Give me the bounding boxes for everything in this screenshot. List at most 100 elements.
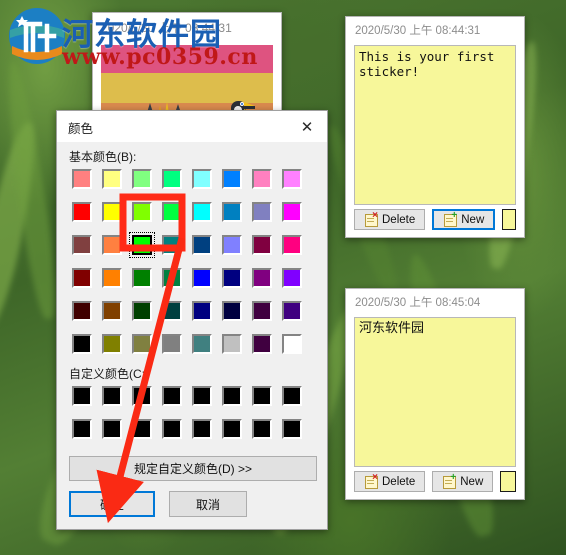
color-swatch[interactable] [222, 419, 242, 439]
basic-color-cell-46[interactable] [249, 331, 275, 357]
basic-color-cell-41[interactable] [99, 331, 125, 357]
custom-colors-grid[interactable] [69, 383, 309, 449]
basic-color-cell-39[interactable] [279, 298, 305, 324]
basic-color-cell-20[interactable] [189, 232, 215, 258]
basic-color-cell-29[interactable] [219, 265, 245, 291]
basic-color-cell-31[interactable] [279, 265, 305, 291]
basic-color-cell-12[interactable] [189, 199, 215, 225]
color-swatch[interactable] [282, 268, 302, 288]
color-swatch[interactable] [282, 419, 302, 439]
color-swatch[interactable] [282, 235, 302, 255]
note-color-swatch-button[interactable] [500, 471, 516, 492]
basic-color-cell-32[interactable] [69, 298, 95, 324]
custom-color-cell-15[interactable] [279, 416, 305, 442]
basic-color-cell-11[interactable] [159, 199, 185, 225]
color-swatch[interactable] [72, 268, 92, 288]
color-swatch[interactable] [162, 386, 182, 406]
color-swatch[interactable] [102, 235, 122, 255]
color-swatch[interactable] [282, 202, 302, 222]
basic-color-cell-26[interactable] [129, 265, 155, 291]
custom-color-cell-8[interactable] [69, 416, 95, 442]
basic-color-cell-33[interactable] [99, 298, 125, 324]
custom-color-cell-2[interactable] [129, 383, 155, 409]
color-swatch[interactable] [72, 301, 92, 321]
custom-color-cell-11[interactable] [159, 416, 185, 442]
color-swatch[interactable] [192, 334, 212, 354]
basic-color-cell-35[interactable] [159, 298, 185, 324]
color-swatch[interactable] [72, 419, 92, 439]
basic-color-cell-22[interactable] [249, 232, 275, 258]
note-color-swatch-button[interactable] [502, 209, 516, 230]
color-swatch[interactable] [192, 419, 212, 439]
color-swatch[interactable] [162, 235, 182, 255]
color-swatch[interactable] [102, 169, 122, 189]
basic-color-cell-8[interactable] [69, 199, 95, 225]
color-swatch[interactable] [192, 169, 212, 189]
custom-color-cell-1[interactable] [99, 383, 125, 409]
color-swatch[interactable] [252, 169, 272, 189]
basic-color-cell-5[interactable] [219, 166, 245, 192]
color-swatch[interactable] [192, 202, 212, 222]
color-swatch[interactable] [132, 386, 152, 406]
color-swatch[interactable] [132, 169, 152, 189]
delete-note-button[interactable]: × Delete [354, 471, 426, 492]
new-note-button[interactable]: + New [432, 209, 496, 230]
sticky-note[interactable]: 2020/5/30 上午 08:45:04 河东软件园 × Delete + N… [345, 288, 525, 500]
basic-color-cell-42[interactable] [129, 331, 155, 357]
color-swatch[interactable] [102, 419, 122, 439]
basic-color-cell-27[interactable] [159, 265, 185, 291]
close-icon[interactable]: ✕ [287, 111, 327, 142]
basic-color-cell-2[interactable] [129, 166, 155, 192]
color-swatch[interactable] [162, 268, 182, 288]
custom-color-cell-14[interactable] [249, 416, 275, 442]
note-textarea[interactable]: 河东软件园 [354, 317, 516, 467]
basic-color-cell-43[interactable] [159, 331, 185, 357]
basic-color-cell-16[interactable] [69, 232, 95, 258]
color-dialog[interactable]: 颜色 ✕ 基本颜色(B): 自定义颜色(C: 规定自定义颜色(D) >> 确定 … [56, 110, 328, 530]
color-swatch[interactable] [162, 419, 182, 439]
color-swatch[interactable] [132, 419, 152, 439]
custom-color-cell-4[interactable] [189, 383, 215, 409]
color-swatch[interactable] [162, 301, 182, 321]
basic-color-cell-45[interactable] [219, 331, 245, 357]
basic-color-cell-40[interactable] [69, 331, 95, 357]
basic-color-cell-44[interactable] [189, 331, 215, 357]
color-swatch[interactable] [222, 268, 242, 288]
basic-color-cell-4[interactable] [189, 166, 215, 192]
basic-color-cell-19[interactable] [159, 232, 185, 258]
basic-color-cell-36[interactable] [189, 298, 215, 324]
basic-color-cell-24[interactable] [69, 265, 95, 291]
color-swatch[interactable] [162, 334, 182, 354]
color-swatch[interactable] [282, 169, 302, 189]
custom-color-cell-7[interactable] [279, 383, 305, 409]
color-swatch[interactable] [222, 334, 242, 354]
color-swatch[interactable] [282, 334, 302, 354]
custom-color-cell-3[interactable] [159, 383, 185, 409]
basic-colors-grid[interactable] [69, 166, 309, 364]
basic-color-cell-1[interactable] [99, 166, 125, 192]
color-swatch[interactable] [132, 334, 152, 354]
basic-color-cell-14[interactable] [249, 199, 275, 225]
basic-color-cell-23[interactable] [279, 232, 305, 258]
color-swatch[interactable] [72, 169, 92, 189]
color-swatch[interactable] [162, 202, 182, 222]
ok-button[interactable]: 确定 [69, 491, 155, 517]
dialog-titlebar[interactable]: 颜色 ✕ [57, 111, 327, 143]
color-swatch[interactable] [132, 235, 152, 255]
basic-color-cell-30[interactable] [249, 265, 275, 291]
basic-color-cell-28[interactable] [189, 265, 215, 291]
basic-color-cell-13[interactable] [219, 199, 245, 225]
define-custom-colors-button[interactable]: 规定自定义颜色(D) >> [69, 456, 317, 481]
custom-color-cell-9[interactable] [99, 416, 125, 442]
basic-color-cell-3[interactable] [159, 166, 185, 192]
color-swatch[interactable] [282, 386, 302, 406]
delete-note-button[interactable]: × Delete [354, 209, 426, 230]
color-swatch[interactable] [222, 169, 242, 189]
color-swatch[interactable] [252, 334, 272, 354]
basic-color-cell-7[interactable] [279, 166, 305, 192]
cancel-button[interactable]: 取消 [169, 491, 247, 517]
color-swatch[interactable] [192, 268, 212, 288]
note-textarea[interactable]: This is your first sticker! [354, 45, 516, 205]
custom-color-cell-12[interactable] [189, 416, 215, 442]
basic-color-cell-10[interactable] [129, 199, 155, 225]
